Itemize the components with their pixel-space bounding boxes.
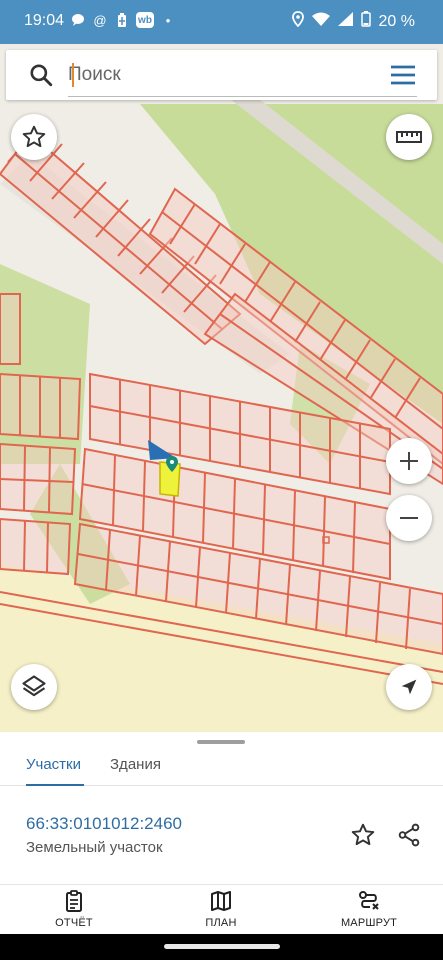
- status-right-icons: 20 %: [291, 11, 415, 32]
- parcel-type: Земельный участок: [26, 839, 163, 856]
- parcel-list-item[interactable]: 66:33:0101012:2460 Земельный участок: [0, 786, 443, 884]
- layers-icon: [22, 675, 46, 697]
- tab-parcels[interactable]: Участки: [26, 750, 81, 780]
- status-bar: 19:04 @ wb • 20 %: [0, 0, 443, 44]
- map-view[interactable]: [0, 44, 443, 732]
- sheet-tabs: Участки Здания: [0, 744, 443, 786]
- nav-report[interactable]: ОТЧЁТ: [29, 889, 119, 933]
- share-button[interactable]: [394, 820, 424, 850]
- map-canvas[interactable]: [0, 44, 443, 732]
- location-pin-icon: [291, 11, 304, 32]
- notification-icons: @ wb •: [70, 12, 176, 28]
- parcel-cadastral-number[interactable]: 66:33:0101012:2460: [26, 814, 182, 834]
- dot-icon: •: [165, 12, 171, 28]
- favorite-parcel-button[interactable]: [348, 820, 378, 850]
- at-sign-icon: @: [93, 12, 107, 28]
- home-gesture-pill[interactable]: [164, 944, 280, 949]
- nav-route[interactable]: МАРШРУТ: [324, 889, 414, 933]
- battery-icon: [360, 11, 371, 32]
- wb-app-icon: wb: [136, 12, 154, 28]
- zoom-in-button[interactable]: [386, 438, 432, 484]
- bottom-navigation: ОТЧЁТ ПЛАН МАРШРУТ: [0, 884, 443, 934]
- ruler-icon: [396, 131, 422, 143]
- bottom-sheet: Участки Здания 66:33:0101012:2460 Земель…: [0, 732, 443, 884]
- navigation-arrow-icon: [401, 679, 417, 695]
- status-time: 19:04: [24, 12, 65, 29]
- search-icon[interactable]: [28, 62, 54, 88]
- layers-button[interactable]: [11, 664, 57, 710]
- report-clipboard-icon: [66, 890, 82, 912]
- search-input[interactable]: [68, 60, 368, 90]
- tab-buildings[interactable]: Здания: [110, 750, 161, 780]
- nav-report-label: ОТЧЁТ: [55, 917, 93, 929]
- nav-route-label: МАРШРУТ: [340, 917, 398, 929]
- nav-plan-label: ПЛАН: [205, 917, 237, 929]
- share-icon: [398, 823, 420, 847]
- map-plan-icon: [211, 891, 231, 911]
- plus-icon: [400, 452, 418, 470]
- battery-saver-icon: [114, 12, 130, 28]
- ruler-button[interactable]: [386, 114, 432, 160]
- nav-plan[interactable]: ПЛАН: [176, 889, 266, 933]
- text-cursor: [72, 63, 74, 87]
- message-bubble-icon: [70, 12, 86, 28]
- minus-icon: [400, 517, 418, 519]
- battery-percent: 20 %: [378, 12, 415, 30]
- search-underline: [68, 96, 417, 97]
- star-outline-icon: [351, 823, 375, 846]
- route-icon: [359, 891, 379, 910]
- wifi-icon: [311, 12, 330, 31]
- zoom-out-button[interactable]: [386, 495, 432, 541]
- star-outline-icon: [22, 125, 46, 148]
- my-location-button[interactable]: [386, 664, 432, 710]
- signal-icon: [337, 12, 353, 31]
- favorite-button[interactable]: [11, 114, 57, 160]
- hamburger-menu-icon[interactable]: [389, 63, 417, 87]
- system-navigation-bar: [0, 934, 443, 960]
- search-bar: [6, 50, 437, 100]
